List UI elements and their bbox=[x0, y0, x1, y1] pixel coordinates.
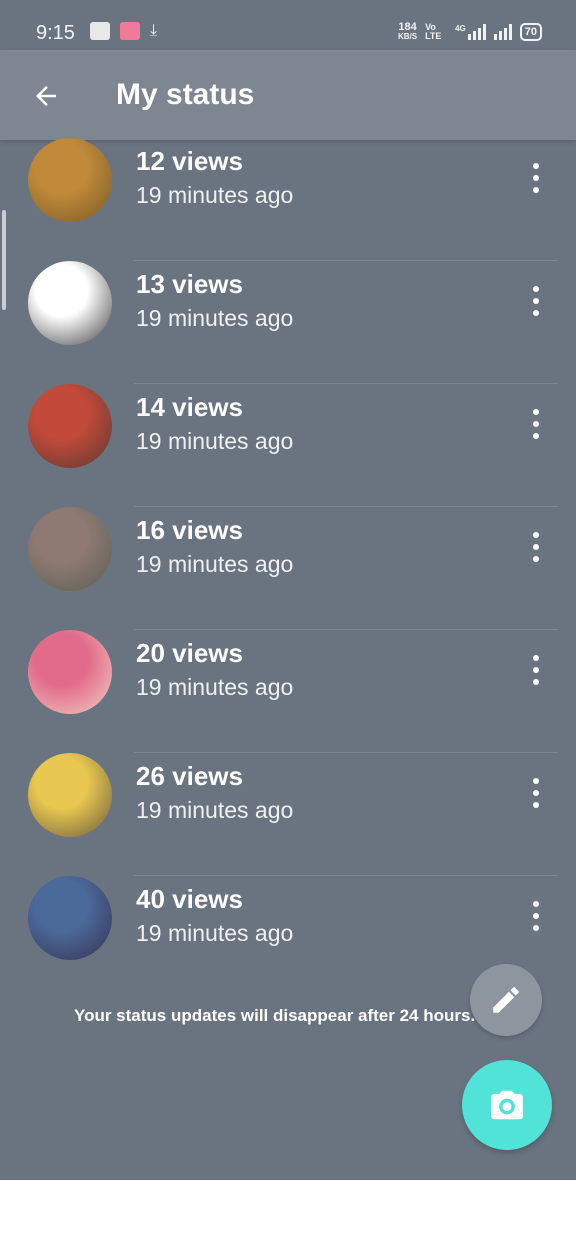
app-notification-icon bbox=[120, 22, 140, 40]
status-thumbnail[interactable] bbox=[28, 138, 112, 222]
view-count: 12 views bbox=[136, 146, 243, 176]
more-options-button[interactable] bbox=[524, 406, 548, 442]
status-item[interactable]: 14 views 19 minutes ago bbox=[0, 384, 576, 507]
status-item[interactable]: 16 views 19 minutes ago bbox=[0, 507, 576, 630]
notification-icons: ⤓ bbox=[90, 22, 157, 40]
more-vert-icon bbox=[533, 532, 539, 538]
message-notification-icon bbox=[90, 22, 110, 40]
camera-icon bbox=[491, 1090, 523, 1120]
status-time: 19 minutes ago bbox=[136, 428, 294, 454]
signal-icon bbox=[493, 24, 512, 40]
view-count: 13 views bbox=[136, 269, 243, 299]
status-item[interactable]: 26 views 19 minutes ago bbox=[0, 753, 576, 876]
status-time: 19 minutes ago bbox=[136, 674, 294, 700]
more-vert-icon bbox=[533, 901, 539, 907]
more-vert-icon bbox=[533, 286, 539, 292]
system-indicators: 184 KB/S Vo LTE 4G 70 bbox=[398, 22, 542, 42]
view-count: 40 views bbox=[136, 884, 243, 914]
signal-4g-icon: 4G bbox=[455, 24, 486, 40]
status-thumbnail[interactable] bbox=[28, 876, 112, 960]
view-count: 26 views bbox=[136, 761, 243, 791]
my-status-screen: 9:15 ⤓ 184 KB/S Vo LTE 4G 70 My status 1… bbox=[0, 0, 576, 1180]
volte-label: Vo LTE bbox=[425, 22, 442, 41]
view-count: 14 views bbox=[136, 392, 243, 422]
battery-icon: 70 bbox=[519, 23, 542, 41]
status-time: 19 minutes ago bbox=[136, 797, 294, 823]
status-thumbnail[interactable] bbox=[28, 753, 112, 837]
text-status-button[interactable] bbox=[470, 964, 542, 1036]
view-count: 16 views bbox=[136, 515, 243, 545]
more-vert-icon bbox=[533, 163, 539, 169]
camera-status-button[interactable] bbox=[462, 1060, 552, 1150]
more-options-button[interactable] bbox=[524, 652, 548, 688]
status-time: 19 minutes ago bbox=[136, 920, 294, 946]
status-thumbnail[interactable] bbox=[28, 507, 112, 591]
bottom-blank-area bbox=[0, 1180, 576, 1248]
more-vert-icon bbox=[533, 409, 539, 415]
more-options-button[interactable] bbox=[524, 898, 548, 934]
more-vert-icon bbox=[533, 778, 539, 784]
status-item[interactable]: 20 views 19 minutes ago bbox=[0, 630, 576, 753]
status-item[interactable]: 13 views 19 minutes ago bbox=[0, 261, 576, 384]
status-item[interactable]: 12 views 19 minutes ago bbox=[0, 138, 576, 261]
system-status-bar: 9:15 ⤓ 184 KB/S Vo LTE 4G 70 bbox=[0, 0, 576, 50]
network-speed: 184 KB/S bbox=[397, 21, 418, 42]
more-options-button[interactable] bbox=[524, 283, 548, 319]
app-bar: My status bbox=[0, 50, 576, 140]
clock: 9:15 bbox=[36, 22, 75, 44]
status-time: 19 minutes ago bbox=[136, 182, 294, 208]
status-thumbnail[interactable] bbox=[28, 261, 112, 345]
status-time: 19 minutes ago bbox=[136, 305, 294, 331]
more-options-button[interactable] bbox=[524, 160, 548, 196]
more-options-button[interactable] bbox=[524, 529, 548, 565]
back-button[interactable] bbox=[26, 76, 66, 116]
more-options-button[interactable] bbox=[524, 775, 548, 811]
more-vert-icon bbox=[533, 655, 539, 661]
view-count: 20 views bbox=[136, 638, 243, 668]
page-title: My status bbox=[116, 78, 255, 111]
download-icon: ⤓ bbox=[150, 22, 158, 39]
status-thumbnail[interactable] bbox=[28, 630, 112, 714]
status-thumbnail[interactable] bbox=[28, 384, 112, 468]
status-list: 12 views 19 minutes ago 13 views 19 minu… bbox=[0, 138, 576, 999]
status-time: 19 minutes ago bbox=[136, 551, 294, 577]
arrow-left-icon bbox=[36, 86, 56, 106]
pencil-icon bbox=[493, 987, 519, 1013]
